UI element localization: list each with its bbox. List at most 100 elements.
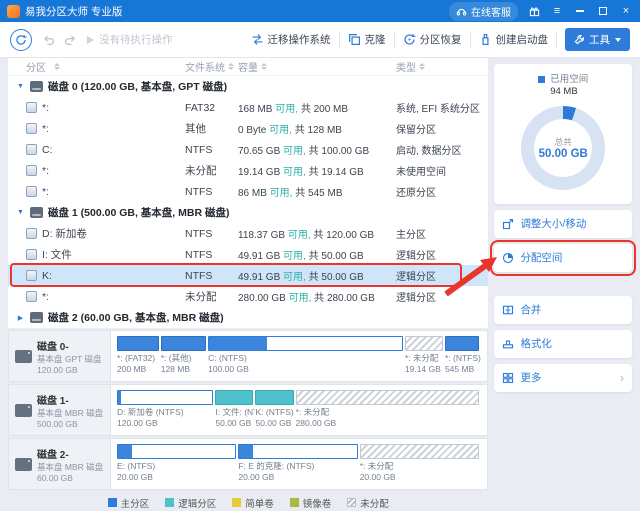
refresh-button[interactable]	[10, 29, 32, 51]
allocate-space-button[interactable]: 分配空间	[494, 244, 632, 272]
capacity-cell: 0 Byte 可用, 共 128 MB	[238, 121, 396, 136]
sort-icon	[261, 63, 267, 70]
legend-unallocated: 未分配	[347, 496, 389, 510]
disk-map-row-disk2: 磁盘 2- 基本盘 MBR 磁盘 60.00 GB E: (NTFS)20.00…	[8, 438, 488, 490]
resize-move-icon	[502, 218, 514, 230]
partition-segment[interactable]	[161, 336, 206, 351]
maximize-button[interactable]	[596, 4, 610, 18]
table-row[interactable]: *: 未分配 280.00 GB 可用, 共 280.00 GB 逻辑分区	[8, 286, 488, 307]
partition-recovery-button[interactable]: 分区恢复	[403, 32, 462, 47]
toolbar-separator	[470, 32, 471, 48]
create-boot-disk-button[interactable]: 创建启动盘	[479, 32, 549, 47]
partition-segment[interactable]	[117, 336, 159, 351]
tools-button[interactable]: 工具	[565, 28, 630, 51]
create-boot-disk-label: 创建启动盘	[496, 32, 549, 47]
undo-icon	[41, 33, 55, 47]
close-button[interactable]: ×	[619, 4, 633, 18]
collapse-icon[interactable]: ▼	[16, 209, 25, 216]
undo-button[interactable]	[41, 33, 55, 47]
more-button[interactable]: 更多 ›	[494, 364, 632, 392]
online-support-button[interactable]: 在线客服	[449, 2, 518, 21]
type-cell: 主分区	[396, 226, 488, 241]
disk-group-row-disk1[interactable]: ▼ 磁盘 1 (500.00 GB, 基本盘, MBR 磁盘)	[8, 202, 488, 223]
disk-group-row-disk0[interactable]: ▼ 磁盘 0 (120.00 GB, 基本盘, GPT 磁盘)	[8, 76, 488, 97]
partition-icon	[26, 270, 37, 281]
type-cell: 启动, 数据分区	[396, 142, 488, 157]
format-button[interactable]: 格式化	[494, 330, 632, 358]
type-cell: 未使用空间	[396, 163, 488, 178]
disk-map-label[interactable]: 磁盘 1- 基本盘 MBR 磁盘 500.00 GB	[9, 385, 111, 435]
disk-group-row-disk2[interactable]: ▶ 磁盘 2 (60.00 GB, 基本盘, MBR 磁盘)	[8, 307, 488, 328]
pending-operations-button[interactable]: 没有待执行操作	[87, 32, 173, 47]
toolbar-separator	[394, 32, 395, 48]
merge-button[interactable]: 合并	[494, 296, 632, 324]
legend-swatch-primary	[108, 498, 117, 507]
redo-button[interactable]	[64, 33, 78, 47]
redo-icon	[64, 33, 78, 47]
fs-cell: 其他	[185, 121, 238, 136]
disk-map-row-disk1: 磁盘 1- 基本盘 MBR 磁盘 500.00 GB D: 新加卷 (NTFS)…	[8, 384, 488, 436]
type-cell: 逻辑分区	[396, 247, 488, 262]
clone-label: 克隆	[365, 32, 386, 47]
clone-button[interactable]: 克隆	[348, 32, 386, 47]
minimize-button[interactable]	[573, 4, 587, 18]
migrate-os-button[interactable]: 迁移操作系统	[251, 32, 331, 47]
table-row[interactable]: *: 未分配 19.14 GB 可用, 共 19.14 GB 未使用空间	[8, 160, 488, 181]
column-partition[interactable]: 分区	[8, 59, 185, 74]
column-capacity[interactable]: 容量	[238, 59, 396, 74]
more-label: 更多	[520, 370, 541, 385]
disk-kind: 基本盘 GPT 磁盘	[37, 353, 102, 365]
column-filesystem[interactable]: 文件系统	[185, 59, 238, 74]
partition-recovery-label: 分区恢复	[420, 32, 462, 47]
table-row-selected[interactable]: K: NTFS 49.91 GB 可用, 共 50.00 GB 逻辑分区	[8, 265, 488, 286]
fs-cell: FAT32	[185, 102, 238, 114]
fs-cell: NTFS	[185, 270, 238, 282]
partition-icon	[26, 228, 37, 239]
expand-icon[interactable]: ▶	[16, 314, 25, 322]
chevron-right-icon: ›	[620, 371, 624, 385]
table-row[interactable]: C: NTFS 70.65 GB 可用, 共 100.00 GB 启动, 数据分…	[8, 139, 488, 160]
format-label: 格式化	[520, 336, 552, 351]
partition-segment[interactable]	[238, 444, 357, 459]
gift-icon[interactable]	[527, 4, 541, 18]
disk-name: 磁盘 0-	[37, 338, 102, 353]
disk-name: 磁盘 1-	[37, 392, 103, 407]
partition-segment[interactable]	[117, 390, 213, 405]
column-type[interactable]: 类型	[396, 59, 488, 74]
partition-segment[interactable]	[208, 336, 403, 351]
usage-card: 已用空间 94 MB 总共 50.00 GB	[494, 64, 632, 204]
table-row[interactable]: *: NTFS 86 MB 可用, 共 545 MB 还原分区	[8, 181, 488, 202]
unallocated-segment[interactable]	[296, 390, 480, 405]
right-panel: 已用空间 94 MB 总共 50.00 GB 调整大小/移动	[494, 58, 632, 392]
disk-map-row-disk0: 磁盘 0- 基本盘 GPT 磁盘 120.00 GB *: (FAT32)200…	[8, 330, 488, 382]
panel-gap	[494, 272, 632, 290]
chevron-down-icon	[615, 38, 621, 42]
table-row[interactable]: *: FAT32 168 MB 可用, 共 200 MB 系统, EFI 系统分…	[8, 97, 488, 118]
unallocated-segment[interactable]	[405, 336, 443, 351]
partition-label: *:	[42, 102, 49, 114]
table-row[interactable]: I: 文件 NTFS 49.91 GB 可用, 共 50.00 GB 逻辑分区	[8, 244, 488, 265]
disk0-header: 磁盘 0 (120.00 GB, 基本盘, GPT 磁盘)	[48, 79, 227, 94]
partition-segment[interactable]	[117, 444, 236, 459]
partition-segment-selected[interactable]	[255, 390, 293, 405]
fs-cell: NTFS	[185, 186, 238, 198]
disk-map-label[interactable]: 磁盘 2- 基本盘 MBR 磁盘 60.00 GB	[9, 439, 111, 489]
menu-icon[interactable]: ≡	[550, 4, 564, 18]
collapse-icon[interactable]: ▼	[16, 83, 25, 90]
resize-move-button[interactable]: 调整大小/移动	[494, 210, 632, 238]
clone-icon	[348, 33, 361, 46]
fs-cell: NTFS	[185, 144, 238, 156]
disk-name: 磁盘 2-	[37, 446, 103, 461]
partition-segment[interactable]	[445, 336, 479, 351]
partition-segment[interactable]	[215, 390, 253, 405]
table-row[interactable]: D: 新加卷 NTFS 118.37 GB 可用, 共 120.00 GB 主分…	[8, 223, 488, 244]
partition-label: C:	[42, 144, 53, 156]
disk-map-label[interactable]: 磁盘 0- 基本盘 GPT 磁盘 120.00 GB	[9, 331, 111, 381]
pie-chart-icon	[502, 252, 514, 264]
boot-disk-icon	[479, 33, 492, 46]
partition-icon	[26, 165, 37, 176]
type-cell: 保留分区	[396, 121, 488, 136]
table-row[interactable]: *: 其他 0 Byte 可用, 共 128 MB 保留分区	[8, 118, 488, 139]
unallocated-segment[interactable]	[360, 444, 480, 459]
capacity-cell: 49.91 GB 可用, 共 50.00 GB	[238, 268, 396, 283]
